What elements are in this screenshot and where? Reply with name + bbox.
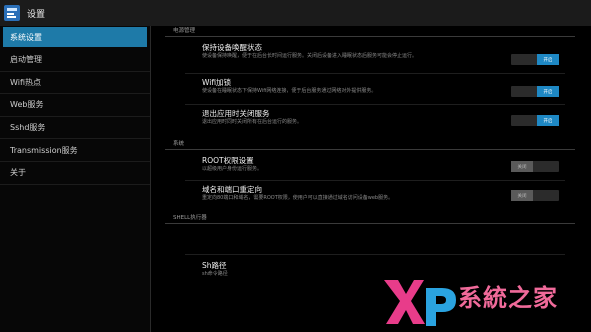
setting-keep-awake[interactable]: 保持设备唤醒状态 使设备保持唤醒，便于在后台长时间运行服务。关闭后设备进入睡眠状…	[165, 43, 575, 73]
wifi-lock-toggle[interactable]: 开启	[511, 86, 559, 97]
toggle-knob: 开启	[537, 54, 559, 65]
row-divider	[185, 73, 565, 74]
setting-desc: 以超级用户身份运行服务。	[202, 166, 263, 172]
toggle-knob: 关闭	[511, 161, 533, 172]
setting-shell-disabled[interactable]	[165, 230, 575, 254]
sidebar-item-wifi-hotspot[interactable]: Wifi热点	[0, 72, 150, 95]
sidebar-item-sshd-service[interactable]: Sshd服务	[0, 117, 150, 140]
sidebar-item-transmission-service[interactable]: Transmission服务	[0, 139, 150, 162]
row-divider	[185, 254, 565, 255]
sidebar-divider	[150, 26, 151, 332]
setting-desc: 使设备保持唤醒，便于在后台长时间运行服务。关闭后设备进入睡眠状态后服务可能会停止…	[202, 53, 418, 59]
setting-title: 保持设备唤醒状态	[202, 43, 262, 52]
settings-app-icon[interactable]	[3, 4, 21, 22]
setting-port-redirect[interactable]: 域名和端口重定向 重定向80端口和域名，需要ROOT权限，使用户可以直接通过域名…	[165, 185, 575, 209]
setting-root-permission[interactable]: ROOT权限设置 以超级用户身份运行服务。 关闭	[165, 156, 575, 180]
root-permission-toggle[interactable]: 关闭	[511, 161, 559, 172]
xp-logo-icon	[384, 280, 456, 326]
sidebar-item-startup-management[interactable]: 启动管理	[0, 49, 150, 72]
toggle-knob: 开启	[537, 115, 559, 126]
sidebar: 系统设置 启动管理 Wifi热点 Web服务 Sshd服务 Transmissi…	[0, 26, 150, 332]
toggle-knob: 关闭	[511, 190, 533, 201]
section-header-system: 系统	[165, 139, 575, 150]
row-divider	[185, 104, 565, 105]
title-bar: 设置	[0, 0, 591, 26]
stop-on-exit-toggle[interactable]: 开启	[511, 115, 559, 126]
setting-desc: 使设备在睡眠状态下保持Wifi网络连接，便于后台服务通过网络对外提供服务。	[202, 88, 377, 94]
keep-awake-toggle[interactable]: 开启	[511, 54, 559, 65]
watermark-logo: 系統之家	[380, 270, 591, 332]
page-title: 设置	[27, 9, 46, 20]
section-header-shell: SHELL执行器	[165, 213, 575, 224]
watermark-text: 系統之家	[458, 284, 558, 312]
port-redirect-toggle[interactable]: 关闭	[511, 190, 559, 201]
setting-desc: 退出应用时同时关闭所有在后台运行的服务。	[202, 119, 303, 125]
sidebar-item-web-service[interactable]: Web服务	[0, 94, 150, 117]
sidebar-item-system-settings[interactable]: 系统设置	[3, 27, 147, 47]
row-divider	[185, 180, 565, 181]
section-header-power: 电源管理	[165, 26, 575, 37]
setting-wifi-lock[interactable]: Wifi加锁 使设备在睡眠状态下保持Wifi网络连接，便于后台服务通过网络对外提…	[165, 78, 575, 104]
setting-desc: 重定向80端口和域名，需要ROOT权限，使用户可以直接通过域名访问设备web服务…	[202, 195, 394, 201]
sidebar-item-about[interactable]: 关于	[0, 162, 150, 185]
setting-stop-on-exit[interactable]: 退出应用时关闭服务 退出应用时同时关闭所有在后台运行的服务。 开启	[165, 109, 575, 133]
toggle-knob: 开启	[537, 86, 559, 97]
